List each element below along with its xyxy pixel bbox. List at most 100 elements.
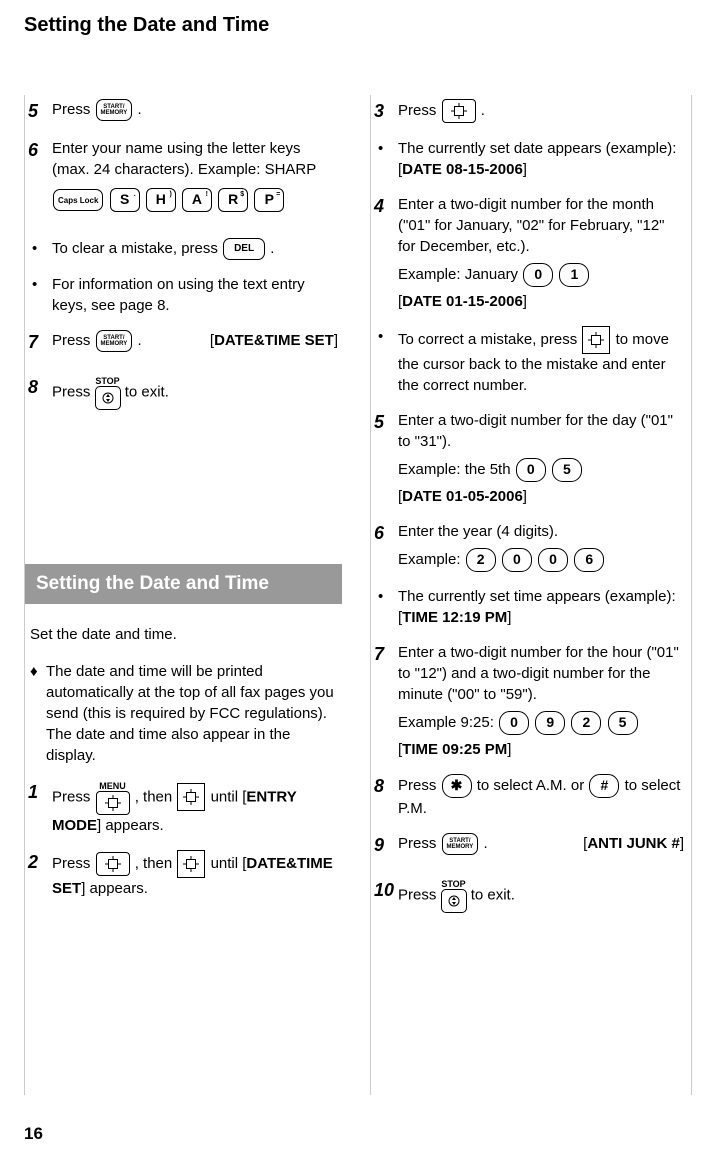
letter-a-key-icon: A! xyxy=(182,188,212,212)
text: Example: the 5th xyxy=(398,461,515,478)
letter-r-key-icon: R$ xyxy=(218,188,248,212)
left-step-1: 1 Press MENU , then until [ENTRY MODE] a… xyxy=(28,780,338,836)
text: Press xyxy=(398,835,441,852)
arrow-key-icon xyxy=(582,326,610,354)
text: Example 9:25: xyxy=(398,714,498,731)
digit-6-key-icon: 6 xyxy=(574,548,604,572)
text: . xyxy=(270,240,274,257)
right-step-5: 5 Enter a two-digit number for the day (… xyxy=(374,410,684,507)
del-key-icon: DEL xyxy=(223,238,265,260)
digit-2-key-icon: 2 xyxy=(466,548,496,572)
text: to exit. xyxy=(125,384,169,401)
left-step-6: 6 Enter your name using the letter keys … xyxy=(28,138,338,224)
text: Press xyxy=(398,777,441,794)
caps-lock-key-icon: Caps Lock xyxy=(53,189,103,211)
right-bullet-2: • To correct a mistake, press to move th… xyxy=(374,326,684,396)
right-step-3: 3 Press . xyxy=(374,99,684,124)
page-number: 16 xyxy=(24,1124,43,1144)
right-bullet-3: • The currently set time appears (exampl… xyxy=(374,586,684,628)
text: To correct a mistake, press xyxy=(398,331,581,348)
text: Press xyxy=(52,384,95,401)
text: . xyxy=(137,101,141,118)
label: DATE 08-15-2006 xyxy=(402,161,523,178)
letter-s-key-icon: S. xyxy=(110,188,140,212)
text: . xyxy=(137,332,141,349)
hash-key-icon: # xyxy=(589,774,619,798)
text: Press xyxy=(52,788,95,805)
left-diamond-note: ♦ The date and time will be printed auto… xyxy=(28,661,338,766)
text: Press xyxy=(52,332,95,349)
label: DATE&TIME SET xyxy=(214,332,334,349)
text: until [ xyxy=(211,788,247,805)
left-bullet-clear: • To clear a mistake, press DEL . xyxy=(28,238,338,260)
enter-key-icon xyxy=(96,852,130,876)
menu-key-icon: MENU xyxy=(95,780,131,815)
text: Example: xyxy=(398,551,465,568)
digit-0-key-icon: 0 xyxy=(499,711,529,735)
left-column: 5 Press START/MEMORY . 6 Enter your name… xyxy=(24,95,346,927)
text: to select A.M. or xyxy=(477,777,589,794)
right-column: 3 Press . • The currently set date appea… xyxy=(370,95,692,927)
text: To clear a mistake, press xyxy=(52,240,222,257)
letter-keys-example: Caps Lock S. H) A! R$ P= xyxy=(52,188,338,212)
arrow-key-icon xyxy=(177,783,205,811)
right-step-10: 10 Press STOP to exit. xyxy=(374,878,684,913)
left-step-8: 8 Press STOP to exit. xyxy=(28,375,338,410)
text: ] xyxy=(507,609,511,626)
right-step-9: 9 Press START/MEMORY . [ANTI JUNK #] xyxy=(374,833,684,858)
text: Example: January xyxy=(398,266,522,283)
text: Press xyxy=(52,101,95,118)
start-memory-key-icon: START/MEMORY xyxy=(96,99,133,121)
letter-p-key-icon: P= xyxy=(254,188,284,212)
digit-1-key-icon: 1 xyxy=(559,263,589,287)
content-columns: 5 Press START/MEMORY . 6 Enter your name… xyxy=(0,37,704,927)
digit-0-key-icon: 0 xyxy=(502,548,532,572)
digit-5-key-icon: 5 xyxy=(608,711,638,735)
text: Enter a two-digit number for the month (… xyxy=(398,194,684,257)
stop-key-icon: STOP xyxy=(441,878,467,913)
label: TIME 12:19 PM xyxy=(402,609,507,626)
left-step-2: 2 Press , then until [DATE&TIME SET] app… xyxy=(28,850,338,899)
text: ] xyxy=(523,161,527,178)
left-bullet-info: • For information on using the text entr… xyxy=(28,274,338,316)
label: ANTI JUNK # xyxy=(587,835,680,852)
label: DATE 01-05-2006 xyxy=(402,488,523,505)
right-step-6: 6 Enter the year (4 digits). Example: 2 … xyxy=(374,521,684,572)
text: . xyxy=(483,835,487,852)
section-heading: Setting the Date and Time xyxy=(24,564,342,604)
right-step-4: 4 Enter a two-digit number for the month… xyxy=(374,194,684,312)
text: Enter a two-digit number for the day ("0… xyxy=(398,410,684,452)
text: ] appears. xyxy=(81,880,148,897)
text: Enter your name using the letter keys (m… xyxy=(52,140,316,178)
text: Press xyxy=(398,102,441,119)
text: ] appears. xyxy=(97,817,164,834)
text: , then xyxy=(135,855,177,872)
right-bullet-1: • The currently set date appears (exampl… xyxy=(374,138,684,180)
digit-0-key-icon: 0 xyxy=(516,458,546,482)
label: TIME 09:25 PM xyxy=(402,741,507,758)
text: Press xyxy=(52,855,95,872)
text: to exit. xyxy=(471,887,515,904)
left-step-7: 7 Press START/MEMORY . [DATE&TIME SET] xyxy=(28,330,338,355)
star-key-icon: ✱ xyxy=(442,774,472,798)
text: Enter the year (4 digits). xyxy=(398,521,684,542)
digit-2-key-icon: 2 xyxy=(571,711,601,735)
digit-5-key-icon: 5 xyxy=(552,458,582,482)
text: , then xyxy=(135,788,177,805)
start-memory-key-icon: START/MEMORY xyxy=(442,833,479,855)
page-title: Setting the Date and Time xyxy=(0,0,704,37)
digit-9-key-icon: 9 xyxy=(535,711,565,735)
letter-h-key-icon: H) xyxy=(146,188,176,212)
enter-key-icon xyxy=(442,99,476,123)
right-step-7: 7 Enter a two-digit number for the hour … xyxy=(374,642,684,760)
intro-text: Set the date and time. xyxy=(28,624,338,645)
right-step-8: 8 Press ✱ to select A.M. or # to select … xyxy=(374,774,684,819)
start-memory-key-icon: START/MEMORY xyxy=(96,330,133,352)
stop-key-icon: STOP xyxy=(95,375,121,410)
label: DATE 01-15-2006 xyxy=(402,293,523,310)
arrow-key-icon xyxy=(177,850,205,878)
text: until [ xyxy=(211,855,247,872)
left-step-5: 5 Press START/MEMORY . xyxy=(28,99,338,124)
text: Enter a two-digit number for the hour ("… xyxy=(398,642,684,705)
digit-0-key-icon: 0 xyxy=(523,263,553,287)
